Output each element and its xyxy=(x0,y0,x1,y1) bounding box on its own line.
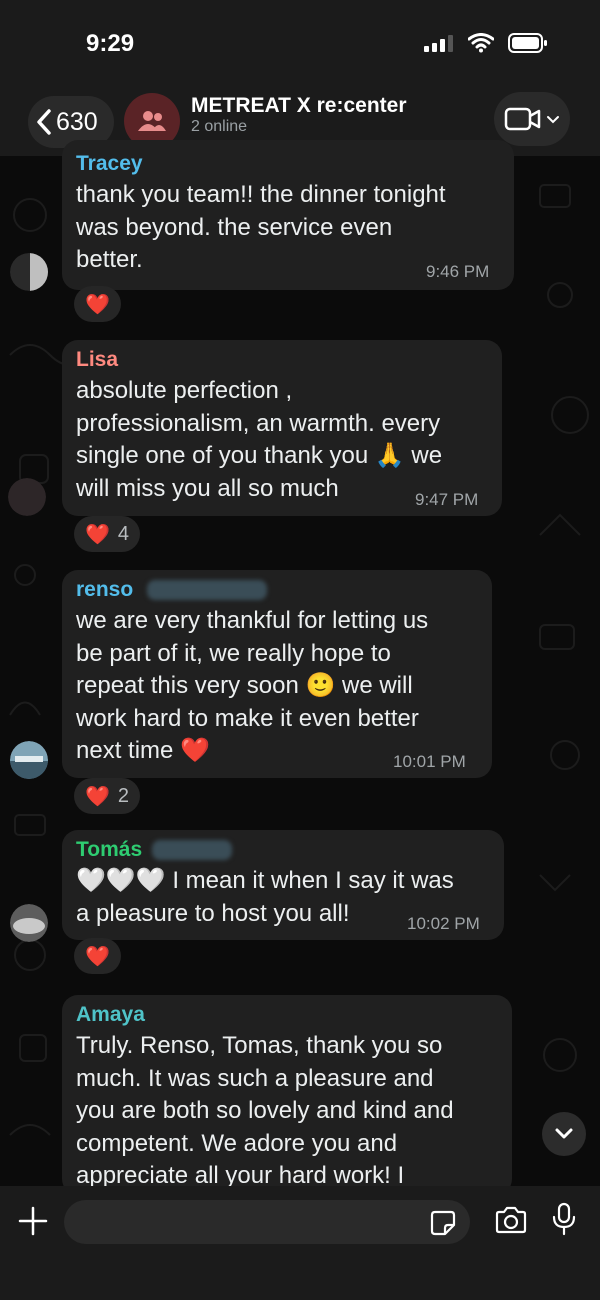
online-status: 2 online xyxy=(191,118,248,135)
message-time: 9:47 PM xyxy=(415,490,479,509)
reaction-badge[interactable]: ❤️ xyxy=(74,938,121,974)
avatar[interactable] xyxy=(10,253,48,291)
message-text: Truly. Renso, Tomas, thank you so much. … xyxy=(76,1032,454,1189)
message-text: absolute perfection , professionalism, a… xyxy=(76,377,443,502)
message-bubble[interactable]: renso we are very thankful for letting u… xyxy=(62,570,492,778)
reaction-count: 2 xyxy=(117,784,130,807)
reaction-count: 4 xyxy=(117,522,130,545)
cellular-signal-icon xyxy=(424,35,453,52)
reaction-badge[interactable]: ❤️ xyxy=(74,286,121,322)
status-bar: 9:29 xyxy=(0,0,600,88)
battery-icon xyxy=(508,33,547,53)
sender-name[interactable]: Tomás xyxy=(76,838,232,862)
message-text: 🤍🤍🤍 I mean it when I say it was a pleasu… xyxy=(76,867,454,927)
avatar[interactable] xyxy=(8,478,46,516)
sender-name[interactable]: renso xyxy=(76,578,268,602)
heart-reaction: ❤️ xyxy=(85,523,110,546)
sender-name[interactable]: Lisa xyxy=(76,348,118,372)
message-time: 9:46 PM xyxy=(426,262,490,281)
message-time: 10:01 PM xyxy=(393,752,466,771)
unread-count: 630 xyxy=(56,107,98,136)
microphone-icon[interactable] xyxy=(551,1202,577,1236)
chat-title[interactable]: METREAT X re:center xyxy=(191,94,407,118)
chat-screen: 9:29 630 METREAT X re:center 2 online Tr… xyxy=(0,0,600,1300)
chevron-down-icon xyxy=(555,1128,573,1139)
reaction-badge[interactable]: ❤️ 2 xyxy=(74,778,141,814)
sender-name[interactable]: Tracey xyxy=(76,152,143,176)
message-bubble[interactable]: Tracey thank you team!! the dinner tonig… xyxy=(62,140,514,290)
scroll-to-bottom-button[interactable] xyxy=(542,1112,586,1156)
message-bubble[interactable]: Amaya Truly. Renso, Tomas, thank you so … xyxy=(62,995,512,1195)
message-text: thank you team!! the dinner tonight was … xyxy=(76,181,446,273)
chevron-left-icon xyxy=(37,109,51,135)
plus-icon[interactable] xyxy=(16,1204,50,1238)
reaction-badge[interactable]: ❤️ 4 xyxy=(74,516,141,552)
video-call-button[interactable] xyxy=(494,92,570,146)
video-camera-icon xyxy=(504,107,541,131)
message-bubble[interactable]: Tomás 🤍🤍🤍 I mean it when I say it was a … xyxy=(62,830,504,940)
status-icons xyxy=(424,33,548,53)
message-text: we are very thankful for letting us be p… xyxy=(76,607,429,764)
wifi-icon xyxy=(468,33,494,53)
camera-icon[interactable] xyxy=(494,1206,528,1234)
message-input[interactable] xyxy=(64,1200,470,1244)
redacted-surname xyxy=(151,840,232,861)
sticker-icon[interactable] xyxy=(430,1210,456,1236)
avatar[interactable] xyxy=(10,741,48,779)
heart-reaction: ❤️ xyxy=(85,785,110,808)
heart-reaction: ❤️ xyxy=(85,945,110,968)
message-bubble[interactable]: Lisa absolute perfection , professionali… xyxy=(62,340,502,516)
composer-bar xyxy=(0,1186,600,1300)
chevron-down-icon xyxy=(547,116,559,124)
sender-name[interactable]: Amaya xyxy=(76,1003,145,1027)
status-time: 9:29 xyxy=(86,30,135,57)
message-time: 10:02 PM xyxy=(407,914,480,933)
redacted-surname xyxy=(147,580,268,601)
avatar[interactable] xyxy=(10,904,48,942)
heart-reaction: ❤️ xyxy=(85,293,110,316)
group-people-icon xyxy=(138,111,166,131)
